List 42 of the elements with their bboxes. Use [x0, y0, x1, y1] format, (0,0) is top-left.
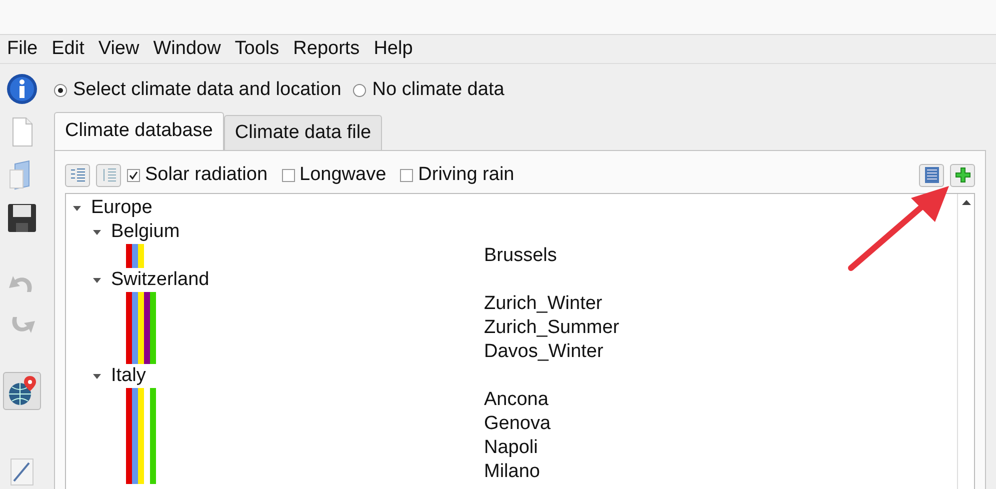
scrollbar[interactable] [957, 194, 974, 489]
checkbox[interactable] [127, 168, 140, 182]
tree-item[interactable]: Italy [111, 365, 146, 387]
caret-icon[interactable] [92, 374, 101, 378]
menu-item[interactable]: Window [153, 38, 221, 60]
table-icon[interactable] [919, 164, 944, 186]
menu-item[interactable]: Help [374, 38, 413, 60]
expand-all-icon[interactable] [65, 164, 90, 186]
tab[interactable]: Climate data file [224, 115, 382, 150]
checkbox[interactable] [400, 168, 414, 182]
location-item[interactable]: Ancona [484, 388, 551, 412]
caret-icon[interactable] [92, 278, 101, 282]
location-item[interactable]: Zurich_Winter [484, 292, 620, 316]
radio-label[interactable]: No climate data [372, 79, 504, 101]
location-item[interactable]: Brussels [484, 244, 557, 268]
checkbox[interactable] [282, 168, 295, 182]
radio-button[interactable] [353, 84, 366, 96]
location-item[interactable]: Milano [484, 460, 551, 484]
checkbox-label[interactable]: Solar radiation [145, 164, 268, 186]
menu-item[interactable]: Tools [234, 38, 280, 60]
menu-item[interactable]: View [98, 38, 140, 60]
tree-item[interactable]: Belgium [111, 221, 180, 243]
tab[interactable]: Climate database [54, 112, 224, 150]
checkbox-label[interactable]: Driving rain [418, 164, 514, 186]
collapse-all-icon[interactable] [96, 164, 121, 186]
location-item[interactable]: Genova [484, 412, 551, 436]
tree-item[interactable]: Switzerland [111, 269, 210, 291]
globe-pin-icon[interactable] [3, 372, 41, 410]
caret-icon[interactable] [72, 206, 81, 210]
add-icon[interactable] [950, 164, 975, 186]
location-item[interactable]: Davos_Winter [484, 340, 620, 364]
scroll-up-icon[interactable] [962, 200, 970, 205]
radio-button[interactable] [54, 84, 67, 96]
tree-item[interactable]: Europe [91, 197, 152, 219]
caret-icon[interactable] [92, 230, 101, 234]
location-item[interactable]: Napoli [484, 436, 551, 460]
menu-item[interactable]: File [7, 38, 38, 60]
menu-item[interactable]: Edit [52, 38, 84, 60]
checkbox-label[interactable]: Longwave [300, 164, 386, 186]
location-item[interactable]: Zurich_Summer [484, 316, 620, 340]
radio-label[interactable]: Select climate data and location [73, 79, 342, 101]
menu-item[interactable]: Reports [293, 38, 360, 60]
